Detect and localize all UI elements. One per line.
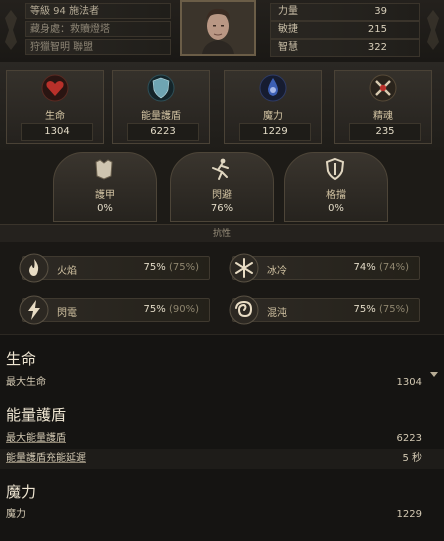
hideout-line: 藏身處：救贖燈塔 bbox=[25, 21, 171, 37]
fire-icon bbox=[19, 253, 49, 283]
lightning-icon bbox=[19, 295, 49, 325]
resistance-label: 混沌 bbox=[267, 308, 287, 319]
stat-card-spirit[interactable]: 精魂 235 bbox=[334, 70, 432, 144]
detail-value: 6223 bbox=[396, 433, 422, 444]
attribute-row-strength: 力量 39 bbox=[270, 3, 420, 21]
detail-label: 最大能量護盾 bbox=[6, 433, 66, 444]
resistance-value: 75% (90%) bbox=[144, 304, 199, 315]
attribute-label: 智慧 bbox=[278, 42, 298, 53]
resistance-label: 火焰 bbox=[57, 266, 77, 277]
avatar bbox=[182, 2, 254, 54]
guild-line: 狩獵智明 聯盟 bbox=[25, 39, 171, 55]
detail-row-es-recharge-delay[interactable]: 能量護盾充能延遲 5 秒 bbox=[0, 449, 444, 469]
detail-row-max-life[interactable]: 最大生命 1304 bbox=[0, 373, 444, 393]
detail-row-mana[interactable]: 魔力 1229 bbox=[0, 505, 444, 525]
stat-card-energy-shield[interactable]: 能量護盾 6223 bbox=[112, 70, 210, 144]
resistance-cold[interactable]: 冰冷 74% (74%) bbox=[229, 253, 420, 283]
attribute-row-intelligence: 智慧 322 bbox=[270, 39, 420, 57]
stat-label: 魔力 bbox=[263, 111, 283, 122]
defense-label: 格擋 bbox=[326, 190, 346, 201]
stat-value: 1304 bbox=[21, 123, 93, 141]
stat-value: 235 bbox=[349, 123, 421, 141]
attribute-value: 215 bbox=[367, 24, 387, 35]
stat-card-life[interactable]: 生命 1304 bbox=[6, 70, 104, 144]
defense-label: 閃避 bbox=[212, 190, 232, 201]
resistance-current: 75% bbox=[353, 304, 376, 315]
character-portrait bbox=[180, 0, 256, 56]
armour-icon bbox=[95, 159, 113, 180]
section-heading-mana: 魔力 bbox=[6, 483, 37, 501]
mana-icon bbox=[259, 74, 287, 102]
detail-value: 1304 bbox=[396, 377, 422, 388]
resistance-current: 75% bbox=[143, 304, 166, 315]
defense-armour[interactable]: 護甲 0% bbox=[56, 159, 154, 218]
detail-label: 能量護盾充能延遲 bbox=[6, 453, 86, 464]
detail-label: 最大生命 bbox=[6, 377, 46, 388]
defense-value: 0% bbox=[328, 203, 344, 214]
evasion-icon bbox=[212, 158, 229, 180]
defense-block[interactable]: 格擋 0% bbox=[287, 157, 385, 218]
stat-label: 能量護盾 bbox=[141, 111, 181, 122]
resistance-max: (74%) bbox=[378, 262, 409, 273]
attribute-row-dexterity: 敏捷 215 bbox=[270, 21, 420, 39]
stat-card-mana[interactable]: 魔力 1229 bbox=[224, 70, 322, 144]
ornament-right-icon bbox=[427, 10, 439, 50]
stat-value: 1229 bbox=[239, 123, 311, 141]
defense-value: 76% bbox=[210, 203, 234, 214]
stat-label: 精魂 bbox=[373, 111, 393, 122]
resistance-max: (75%) bbox=[168, 262, 199, 273]
section-heading-life: 生命 bbox=[6, 350, 37, 368]
resistance-lightning[interactable]: 閃電 75% (90%) bbox=[19, 295, 210, 325]
attribute-value: 322 bbox=[367, 42, 387, 53]
defense-evasion[interactable]: 閃避 76% bbox=[173, 158, 271, 218]
energy-shield-icon bbox=[147, 74, 175, 102]
attribute-label: 力量 bbox=[278, 6, 298, 17]
attribute-value: 39 bbox=[374, 6, 387, 17]
character-level-class: 等級 94 施法者 bbox=[25, 3, 171, 19]
ornament-left-icon bbox=[5, 10, 17, 50]
cold-icon bbox=[229, 253, 259, 283]
block-icon bbox=[325, 157, 345, 181]
resistance-label: 冰冷 bbox=[267, 266, 287, 277]
defense-label: 護甲 bbox=[95, 190, 115, 201]
resistance-value: 75% (75%) bbox=[144, 262, 199, 273]
defense-value: 0% bbox=[97, 203, 113, 214]
stat-label: 生命 bbox=[45, 111, 65, 122]
detail-label: 魔力 bbox=[6, 509, 26, 520]
resistance-label: 閃電 bbox=[57, 308, 77, 319]
resistance-current: 74% bbox=[353, 262, 376, 273]
heart-icon bbox=[41, 74, 69, 102]
resistance-max: (75%) bbox=[378, 304, 409, 315]
resistance-fire[interactable]: 火焰 75% (75%) bbox=[19, 253, 210, 283]
resistance-current: 75% bbox=[143, 262, 166, 273]
spirit-icon bbox=[369, 74, 397, 102]
detail-value: 5 秒 bbox=[402, 453, 422, 464]
attribute-label: 敏捷 bbox=[278, 24, 298, 35]
chaos-icon bbox=[229, 295, 259, 325]
resistance-value: 75% (75%) bbox=[354, 304, 409, 315]
resistance-chaos[interactable]: 混沌 75% (75%) bbox=[229, 295, 420, 325]
detail-value: 1229 bbox=[396, 509, 422, 520]
detail-row-max-energy-shield[interactable]: 最大能量護盾 6223 bbox=[0, 429, 444, 449]
resistances-section-title: 抗性 bbox=[212, 229, 231, 239]
section-heading-energy-shield: 能量護盾 bbox=[6, 406, 67, 424]
resistance-max: (90%) bbox=[168, 304, 199, 315]
stat-value: 6223 bbox=[127, 123, 199, 141]
resistance-value: 74% (74%) bbox=[354, 262, 409, 273]
